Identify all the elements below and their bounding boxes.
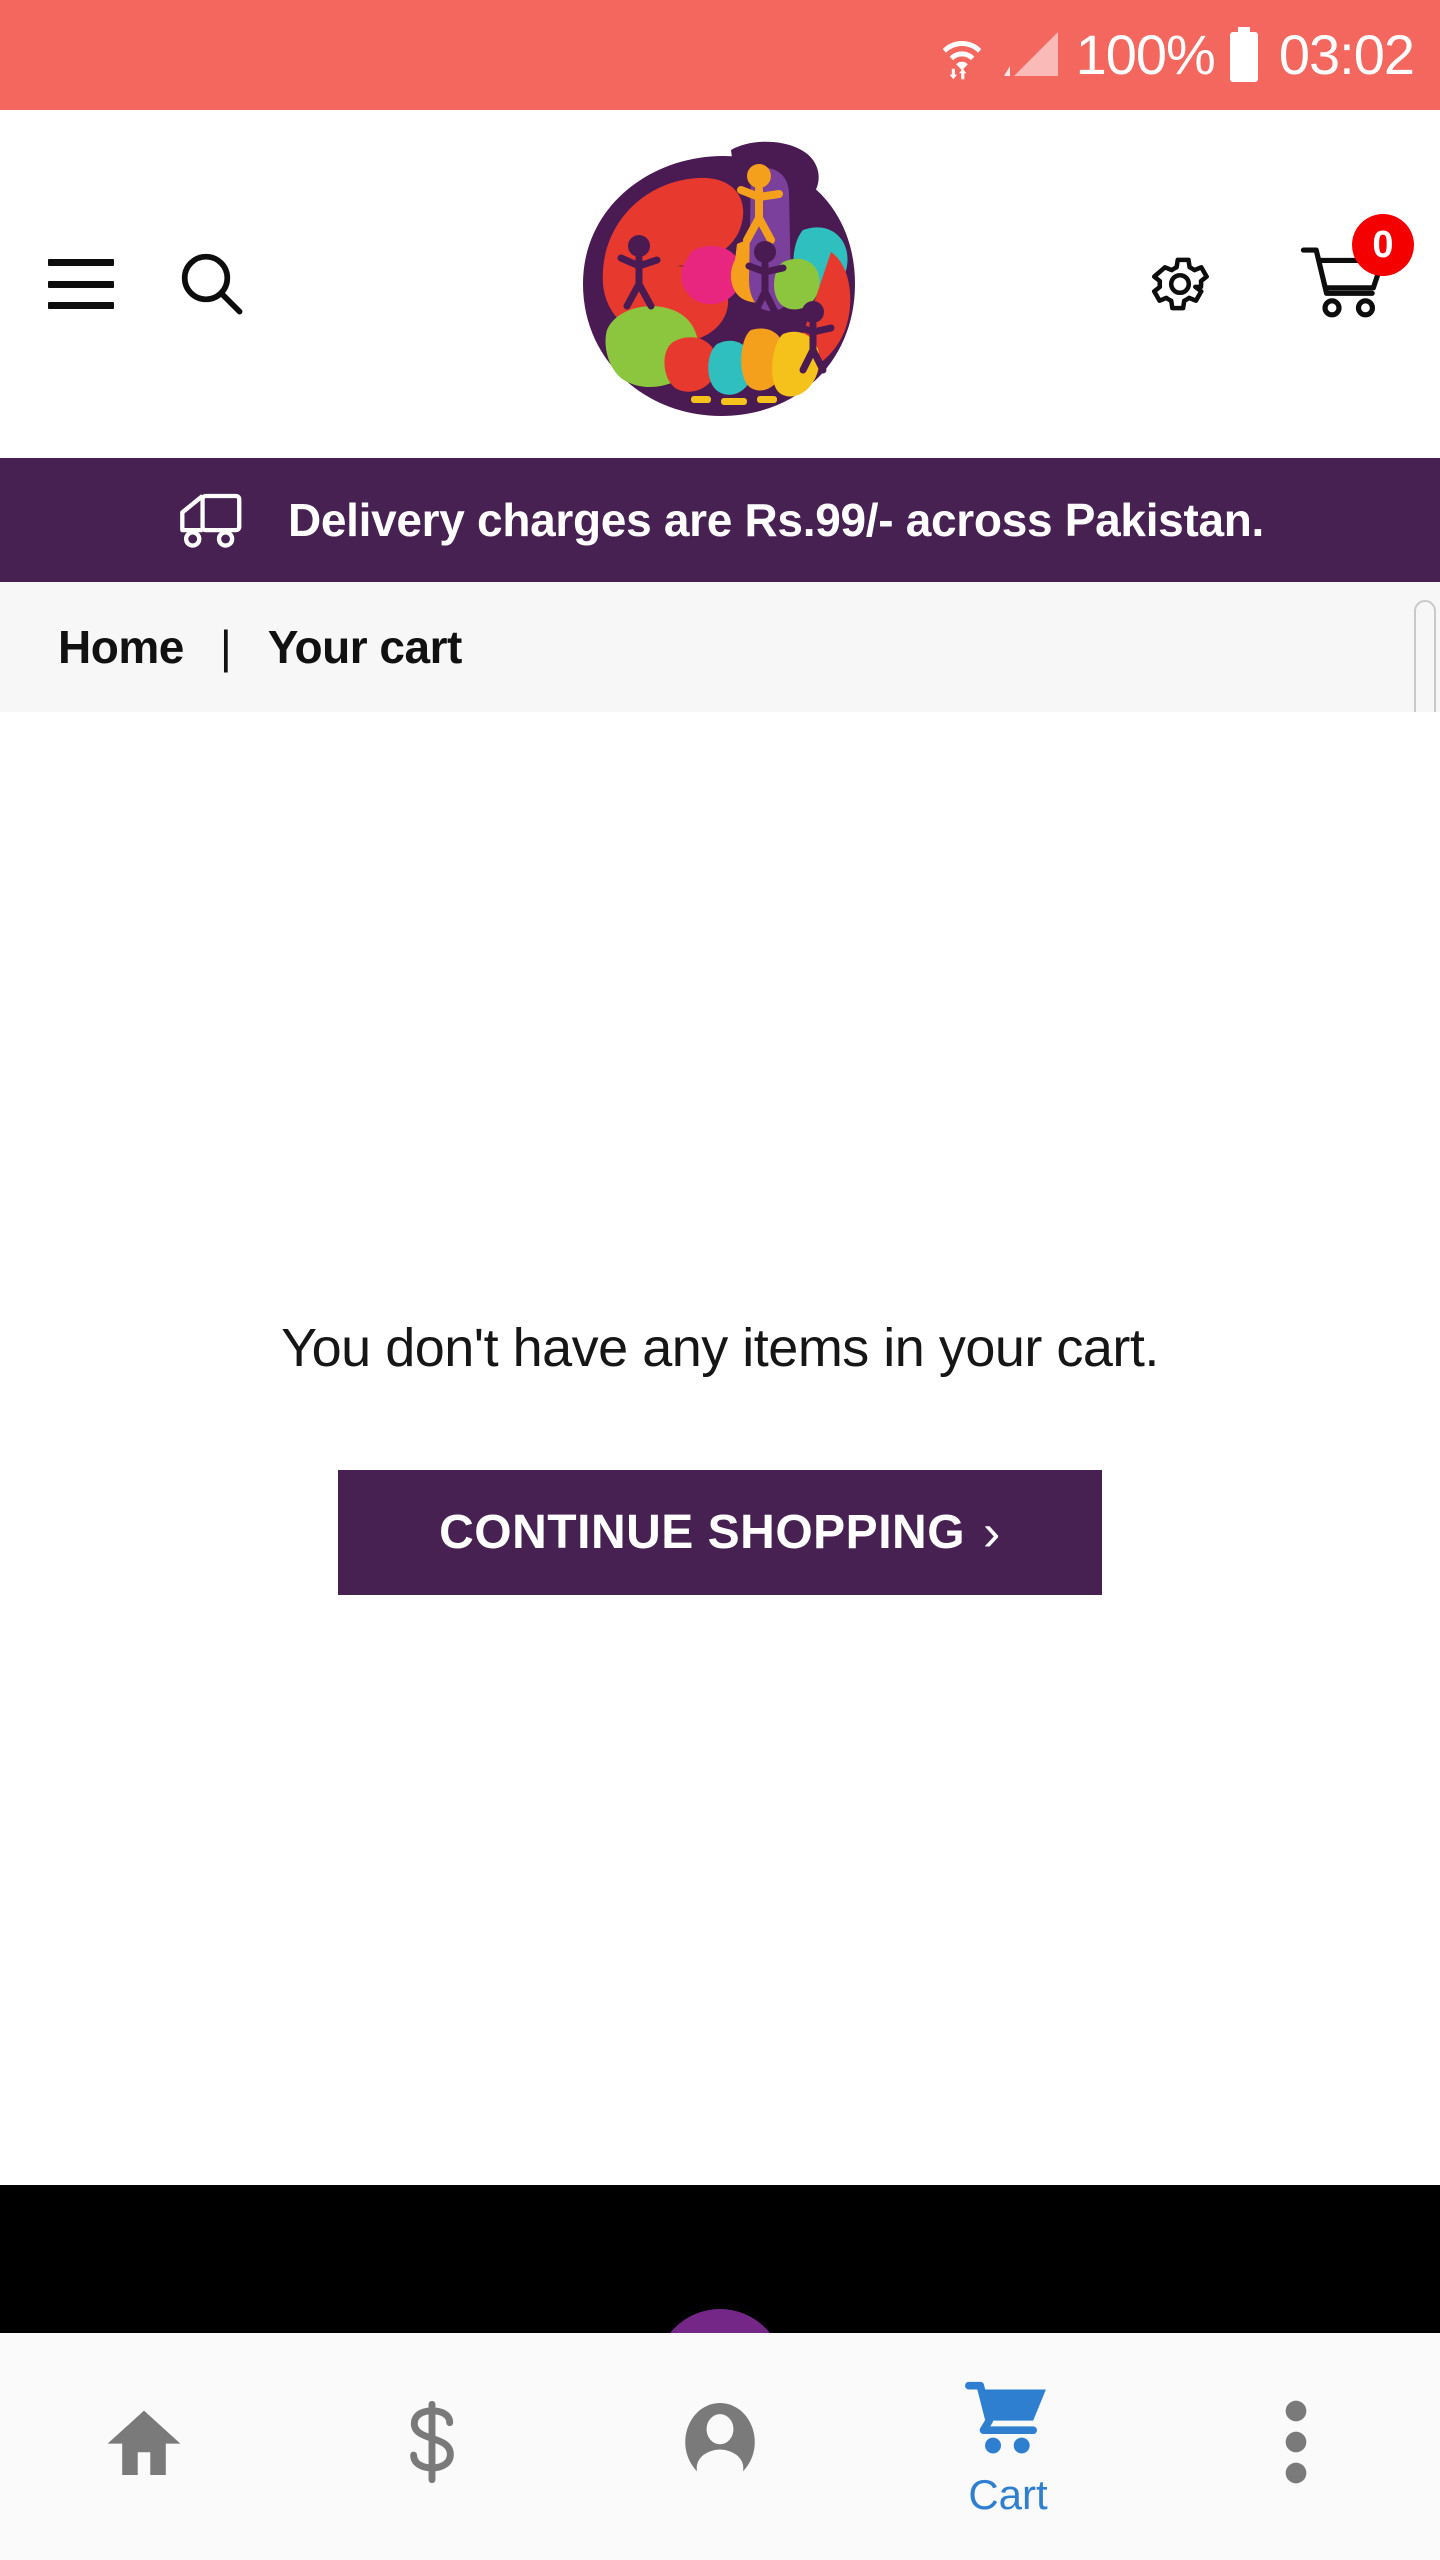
cart-content-area: You don't have any items in your cart. C… bbox=[0, 712, 1440, 2185]
nav-label-cart: Cart bbox=[968, 2470, 1048, 2518]
breadcrumb: Home | Your cart bbox=[0, 582, 1440, 712]
more-vertical-icon bbox=[1281, 2399, 1311, 2485]
battery-percent-label: 100% bbox=[1075, 23, 1216, 86]
wifi-icon bbox=[938, 31, 986, 81]
hamburger-line bbox=[48, 302, 114, 309]
footer-logo-peek-icon bbox=[630, 2293, 810, 2333]
delivery-banner: Delivery charges are Rs.99/- across Paki… bbox=[0, 458, 1440, 582]
account-person-icon bbox=[682, 2399, 758, 2485]
header-left-actions bbox=[48, 248, 248, 320]
cellular-signal-icon bbox=[1003, 30, 1062, 80]
breadcrumb-separator: | bbox=[219, 621, 232, 673]
footer-black-strip bbox=[0, 2185, 1440, 2333]
nav-item-cart[interactable]: Cart bbox=[864, 2333, 1152, 2560]
search-icon[interactable] bbox=[176, 248, 248, 320]
continue-shopping-label: CONTINUE SHOPPING bbox=[439, 1506, 966, 1559]
continue-shopping-button[interactable]: CONTINUE SHOPPING › bbox=[338, 1470, 1102, 1595]
hamburger-line bbox=[48, 280, 114, 288]
cart-button[interactable]: 0 bbox=[1300, 214, 1414, 324]
hamburger-menu-icon[interactable] bbox=[48, 259, 114, 309]
hamburger-line bbox=[48, 259, 114, 266]
nav-item-account[interactable] bbox=[576, 2333, 864, 2560]
chevron-right-icon: › bbox=[983, 1503, 1001, 1562]
clock-time: 03:02 bbox=[1278, 23, 1415, 86]
bottom-navigation-bar: Cart bbox=[0, 2333, 1440, 2560]
delivery-banner-text: Delivery charges are Rs.99/- across Paki… bbox=[287, 494, 1265, 546]
app-header: 0 bbox=[0, 110, 1440, 458]
header-right-actions: 0 bbox=[1146, 214, 1414, 324]
dollar-sign-icon bbox=[399, 2399, 465, 2485]
cart-badge-count: 0 bbox=[1352, 214, 1414, 276]
gear-icon[interactable] bbox=[1146, 250, 1214, 318]
delivery-truck-icon bbox=[176, 488, 262, 552]
nav-item-more[interactable] bbox=[1152, 2333, 1440, 2560]
breadcrumb-item-your-cart: Your cart bbox=[267, 621, 463, 673]
status-bar: 100% 03:02 bbox=[0, 0, 1440, 110]
home-icon bbox=[104, 2399, 184, 2485]
empty-cart-message: You don't have any items in your cart. bbox=[281, 1318, 1159, 1378]
app-screen: 100% 03:02 0 Delivery charges are Rs.99/… bbox=[0, 0, 1440, 2560]
shopping-cart-icon bbox=[1300, 247, 1392, 324]
breadcrumb-item-home[interactable]: Home bbox=[58, 620, 184, 674]
shopping-cart-icon bbox=[965, 2378, 1051, 2464]
nav-item-home[interactable] bbox=[0, 2333, 288, 2560]
nav-item-pricing[interactable] bbox=[288, 2333, 576, 2560]
brand-logo[interactable] bbox=[555, 134, 885, 434]
battery-full-icon bbox=[1227, 27, 1261, 83]
